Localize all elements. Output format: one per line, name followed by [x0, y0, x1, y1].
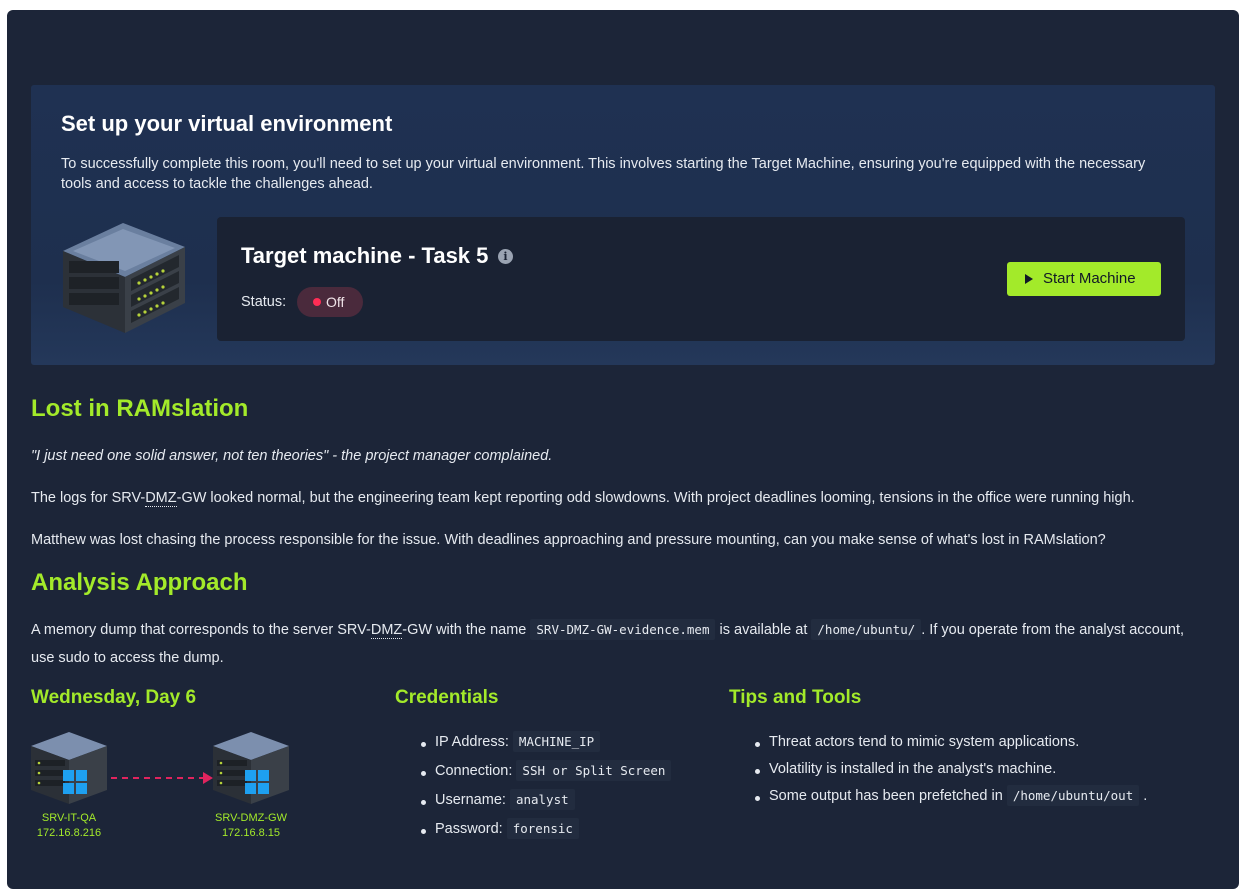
room-page: Set up your virtual environment To succe… [7, 10, 1239, 889]
analysis-paragraph-line-2: use sudo to access the dump. [31, 650, 224, 666]
status-dot-icon [313, 298, 321, 306]
source-server-label: SRV-IT-QA 172.16.8.216 [36, 812, 102, 839]
virtual-environment-panel: Set up your virtual environment To succe… [31, 85, 1215, 365]
room-heading: Lost in RAMslation [31, 395, 249, 422]
target-machine-card: Target machine - Task 5 i Status: Off St… [217, 217, 1185, 341]
play-icon [1025, 274, 1033, 284]
tips-heading: Tips and Tools [729, 687, 862, 708]
info-icon[interactable]: i [498, 249, 513, 264]
analysis-paragraph: A memory dump that corresponds to the se… [31, 619, 1184, 640]
dmz-abbreviation: DMZ [145, 490, 177, 507]
output-path: /home/ubuntu/out [1006, 785, 1140, 806]
status-label: Status: [241, 294, 287, 310]
tips-list: Threat actors tend to mimic system appli… [755, 734, 1147, 815]
credential-connection: Connection: SSH or Split Screen [421, 760, 672, 792]
credential-password: Password: forensic [421, 818, 671, 850]
tip-item: Some output has been prefetched in /home… [755, 785, 1147, 815]
intro-paragraph-2: Matthew was lost chasing the process res… [31, 532, 1106, 548]
network-diagram [31, 732, 289, 804]
environment-title: Set up your virtual environment [61, 111, 393, 136]
start-machine-button[interactable]: Start Machine [1007, 262, 1161, 296]
intro-quote: "I just need one solid answer, not ten t… [31, 448, 553, 464]
status-badge: Off [297, 287, 363, 317]
status-value: Off [326, 294, 345, 310]
target-server-label: SRV-DMZ-GW 172.16.8.15 [215, 812, 287, 839]
tip-item: Threat actors tend to mimic system appli… [755, 734, 1147, 761]
credentials-list: IP Address: MACHINE_IP Connection: SSH o… [421, 731, 672, 850]
environment-description: To successfully complete this room, you'… [61, 156, 1146, 192]
analysis-heading: Analysis Approach [31, 569, 248, 596]
machine-title: Target machine - Task 5 [241, 243, 489, 268]
credential-username: Username: analyst [421, 789, 671, 821]
evidence-filename: SRV-DMZ-GW-evidence.mem [530, 619, 716, 640]
evidence-path: /home/ubuntu/ [811, 619, 922, 640]
target-server-icon [213, 732, 289, 804]
dmz-abbreviation: DMZ [370, 622, 403, 639]
day-heading: Wednesday, Day 6 [31, 687, 197, 708]
server-rack-icon [63, 223, 185, 333]
credentials-heading: Credentials [395, 687, 499, 708]
credential-ip: IP Address: MACHINE_IP [421, 731, 671, 763]
tip-item: Volatility is installed in the analyst's… [755, 761, 1147, 788]
intro-paragraph-1: The logs for SRV-DMZ-GW looked normal, b… [31, 490, 1135, 507]
start-machine-label: Start Machine [1043, 270, 1136, 287]
source-server-icon [31, 732, 107, 804]
